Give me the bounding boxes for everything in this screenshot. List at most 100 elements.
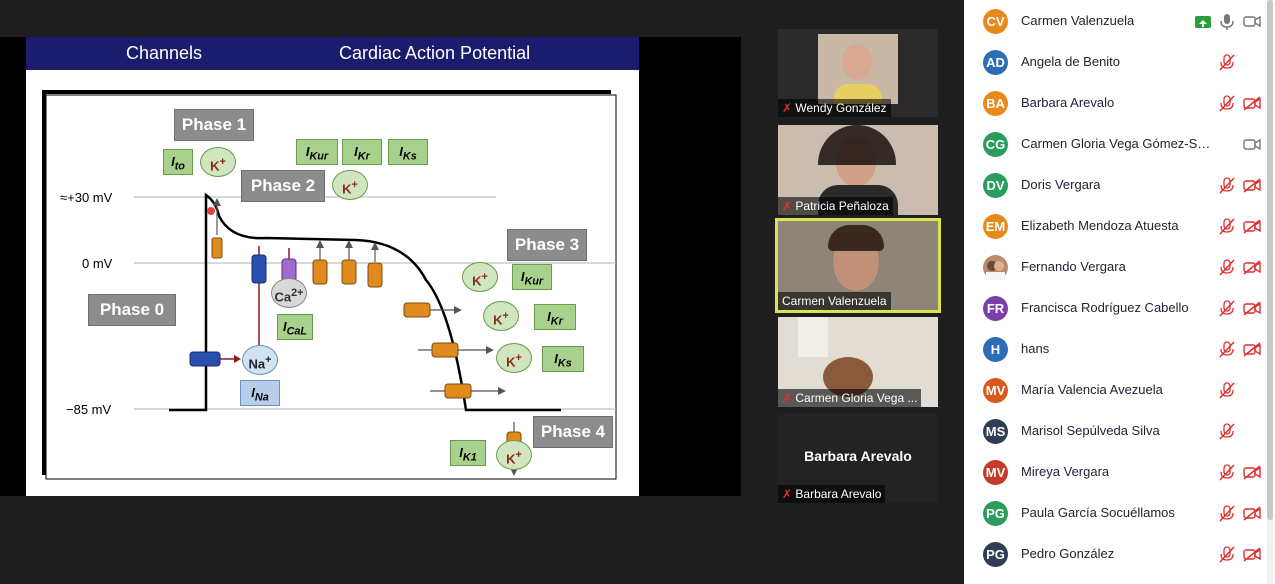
video-tile-name: Carmen Valenzuela <box>778 292 891 310</box>
avatar: PG <box>983 542 1008 567</box>
video-off-icon[interactable] <box>1243 464 1261 481</box>
phase-2-label: Phase 2 <box>241 170 325 202</box>
channel-phase3-b <box>431 342 459 358</box>
ion-ca: Ca2+ <box>271 278 307 308</box>
mic-muted-icon[interactable] <box>1218 546 1236 563</box>
phase-1-label: Phase 1 <box>174 109 254 141</box>
current-iks-3: IKs <box>542 346 584 372</box>
mic-muted-icon[interactable] <box>1218 54 1236 71</box>
channel-iks <box>367 262 383 288</box>
participant-name: Pedro González <box>1021 546 1115 561</box>
current-ikr: IKr <box>342 139 382 165</box>
current-ito: Ito <box>163 149 193 175</box>
video-off-icon[interactable] <box>1243 300 1261 317</box>
phase-3-label: Phase 3 <box>507 229 587 261</box>
participant-row[interactable]: EM Elizabeth Mendoza Atuesta <box>964 206 1275 247</box>
video-icon[interactable] <box>1243 13 1261 30</box>
video-feed <box>818 34 898 104</box>
mic-muted-icon[interactable] <box>1218 464 1236 481</box>
avatar: CG <box>983 132 1008 157</box>
avatar: H <box>983 337 1008 362</box>
video-icon[interactable] <box>1243 382 1261 399</box>
video-off-icon[interactable] <box>1243 259 1261 276</box>
current-iks: IKs <box>388 139 428 165</box>
participant-row[interactable]: Hhans <box>964 329 1275 370</box>
voltage-label-85: −85 mV <box>66 402 112 417</box>
participant-row[interactable]: FR Francisca Rodríguez Cabello <box>964 288 1275 329</box>
slide-header: Channels Cardiac Action Potential <box>26 37 639 70</box>
voltage-label-30: ≈+30 mV <box>60 190 113 205</box>
video-tile-name: ✗ Barbara Arevalo <box>778 485 886 503</box>
mic-muted-icon[interactable] <box>1218 382 1236 399</box>
participant-name: María Valencia Avezuela <box>1021 382 1163 397</box>
video-off-icon[interactable] <box>1243 341 1261 358</box>
participant-name: Barbara Arevalo <box>1021 95 1115 110</box>
ion-k-phase2: K+ <box>332 170 368 200</box>
video-icon[interactable] <box>1243 423 1261 440</box>
video-off-icon[interactable] <box>1243 95 1261 112</box>
avatar: CV <box>983 9 1008 34</box>
mic-muted-icon[interactable] <box>1218 177 1236 194</box>
mic-muted-icon[interactable] <box>1218 95 1236 112</box>
mic-muted-icon[interactable] <box>1218 259 1236 276</box>
participant-name: Doris Vergara <box>1021 177 1101 192</box>
channel-ikr <box>341 259 357 285</box>
participant-row[interactable]: BA Barbara Arevalo <box>964 83 1275 124</box>
mic-muted-icon[interactable] <box>1218 341 1236 358</box>
participant-row[interactable]: AD Angela de Benito <box>964 42 1275 83</box>
video-off-icon[interactable] <box>1243 177 1261 194</box>
video-tile-1[interactable]: ✗ Wendy González <box>778 29 938 117</box>
mic-muted-icon: ✗ <box>782 101 796 115</box>
avatar: DV <box>983 173 1008 198</box>
avatar: AD <box>983 50 1008 75</box>
participant-row[interactable]: MV María Valencia Avezuela <box>964 370 1275 411</box>
participant-name: Angela de Benito <box>1021 54 1121 69</box>
current-ikur: IKur <box>296 139 338 165</box>
current-ik1: IK1 <box>450 440 486 466</box>
current-ikur-3: IKur <box>512 264 552 290</box>
mic-icon[interactable] <box>1218 13 1236 30</box>
current-ina: INa <box>240 380 280 406</box>
participant-row[interactable]: Fernando Vergara <box>964 247 1275 288</box>
participant-row[interactable]: DV Doris Vergara <box>964 165 1275 206</box>
shared-screen: Channels Cardiac Action Potential ≈+30 m… <box>0 37 741 496</box>
participant-row[interactable]: MV Mireya Vergara <box>964 452 1275 493</box>
video-icon[interactable] <box>1243 136 1261 153</box>
participant-row[interactable]: CV Carmen Valenzuela <box>964 1 1275 42</box>
avatar: MV <box>983 378 1008 403</box>
channel-na <box>189 351 221 367</box>
mic-muted-icon[interactable] <box>1218 218 1236 235</box>
avatar-photo <box>983 255 1008 280</box>
video-off-icon[interactable] <box>1243 218 1261 235</box>
scrollbar[interactable] <box>1267 0 1273 584</box>
video-tile-active[interactable]: Carmen Valenzuela <box>775 218 941 313</box>
video-tile-name: ✗ Carmen Gloria Vega ... <box>778 389 922 407</box>
participant-row[interactable]: MS Marisol Sepúlveda Silva <box>964 411 1275 452</box>
participant-name: Carmen Valenzuela <box>1021 13 1135 28</box>
scrollbar-thumb[interactable] <box>1267 0 1273 520</box>
video-off-icon[interactable] <box>1243 505 1261 522</box>
video-off-icon[interactable] <box>1243 546 1261 563</box>
voltage-label-0: 0 mV <box>82 256 113 271</box>
slide-header-channels: Channels <box>126 43 203 63</box>
participants-panel: CV Carmen Valenzuela AD Angela de Benito BA B… <box>964 0 1275 584</box>
mic-muted-icon: ✗ <box>782 199 796 213</box>
channel-phase3-c <box>444 383 472 399</box>
participant-name: Francisca Rodríguez Cabello <box>1021 300 1189 315</box>
video-icon[interactable] <box>1243 54 1261 71</box>
mic-muted-icon[interactable] <box>1218 505 1236 522</box>
video-tile-name: ✗ Patricia Peñaloza <box>778 197 893 215</box>
mic-muted-icon[interactable] <box>1218 423 1236 440</box>
channel-phase3-a <box>403 302 431 318</box>
participant-name: Fernando Vergara <box>1021 259 1126 274</box>
participant-row[interactable]: PG Paula García Socuéllamos <box>964 493 1275 534</box>
mic-icon[interactable] <box>1218 136 1236 153</box>
video-tile-2[interactable]: ✗ Patricia Peñaloza <box>778 125 938 215</box>
participant-row[interactable]: PG Pedro González <box>964 534 1275 575</box>
video-tile-4[interactable]: ✗ Carmen Gloria Vega ... <box>778 317 938 407</box>
mic-muted-icon[interactable] <box>1218 300 1236 317</box>
phase-4-label: Phase 4 <box>533 416 613 448</box>
participant-row[interactable]: CG Carmen Gloria Vega Gómez-SR... <box>964 124 1275 165</box>
slide: Channels Cardiac Action Potential ≈+30 m… <box>26 37 639 496</box>
video-tile-5[interactable]: Barbara Arevalo ✗ Barbara Arevalo <box>778 413 938 503</box>
